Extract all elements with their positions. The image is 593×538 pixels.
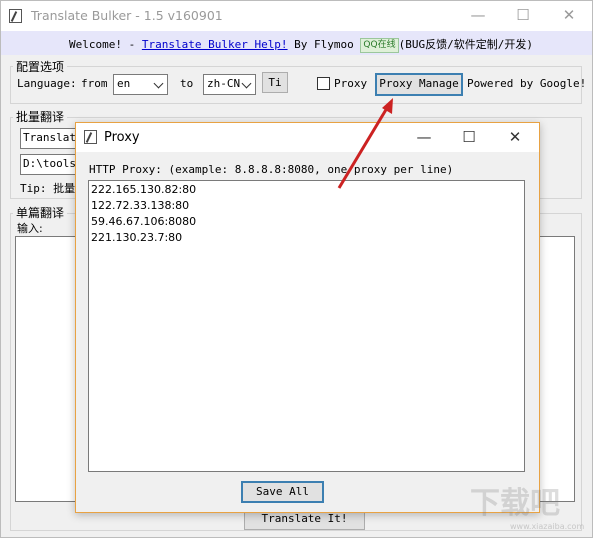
- arrow-shaft: [337, 107, 389, 189]
- watermark-logo: 下载吧: [470, 486, 560, 521]
- watermark-url: www.xiazaiba.com: [510, 522, 585, 531]
- annotation-arrow: [337, 98, 393, 189]
